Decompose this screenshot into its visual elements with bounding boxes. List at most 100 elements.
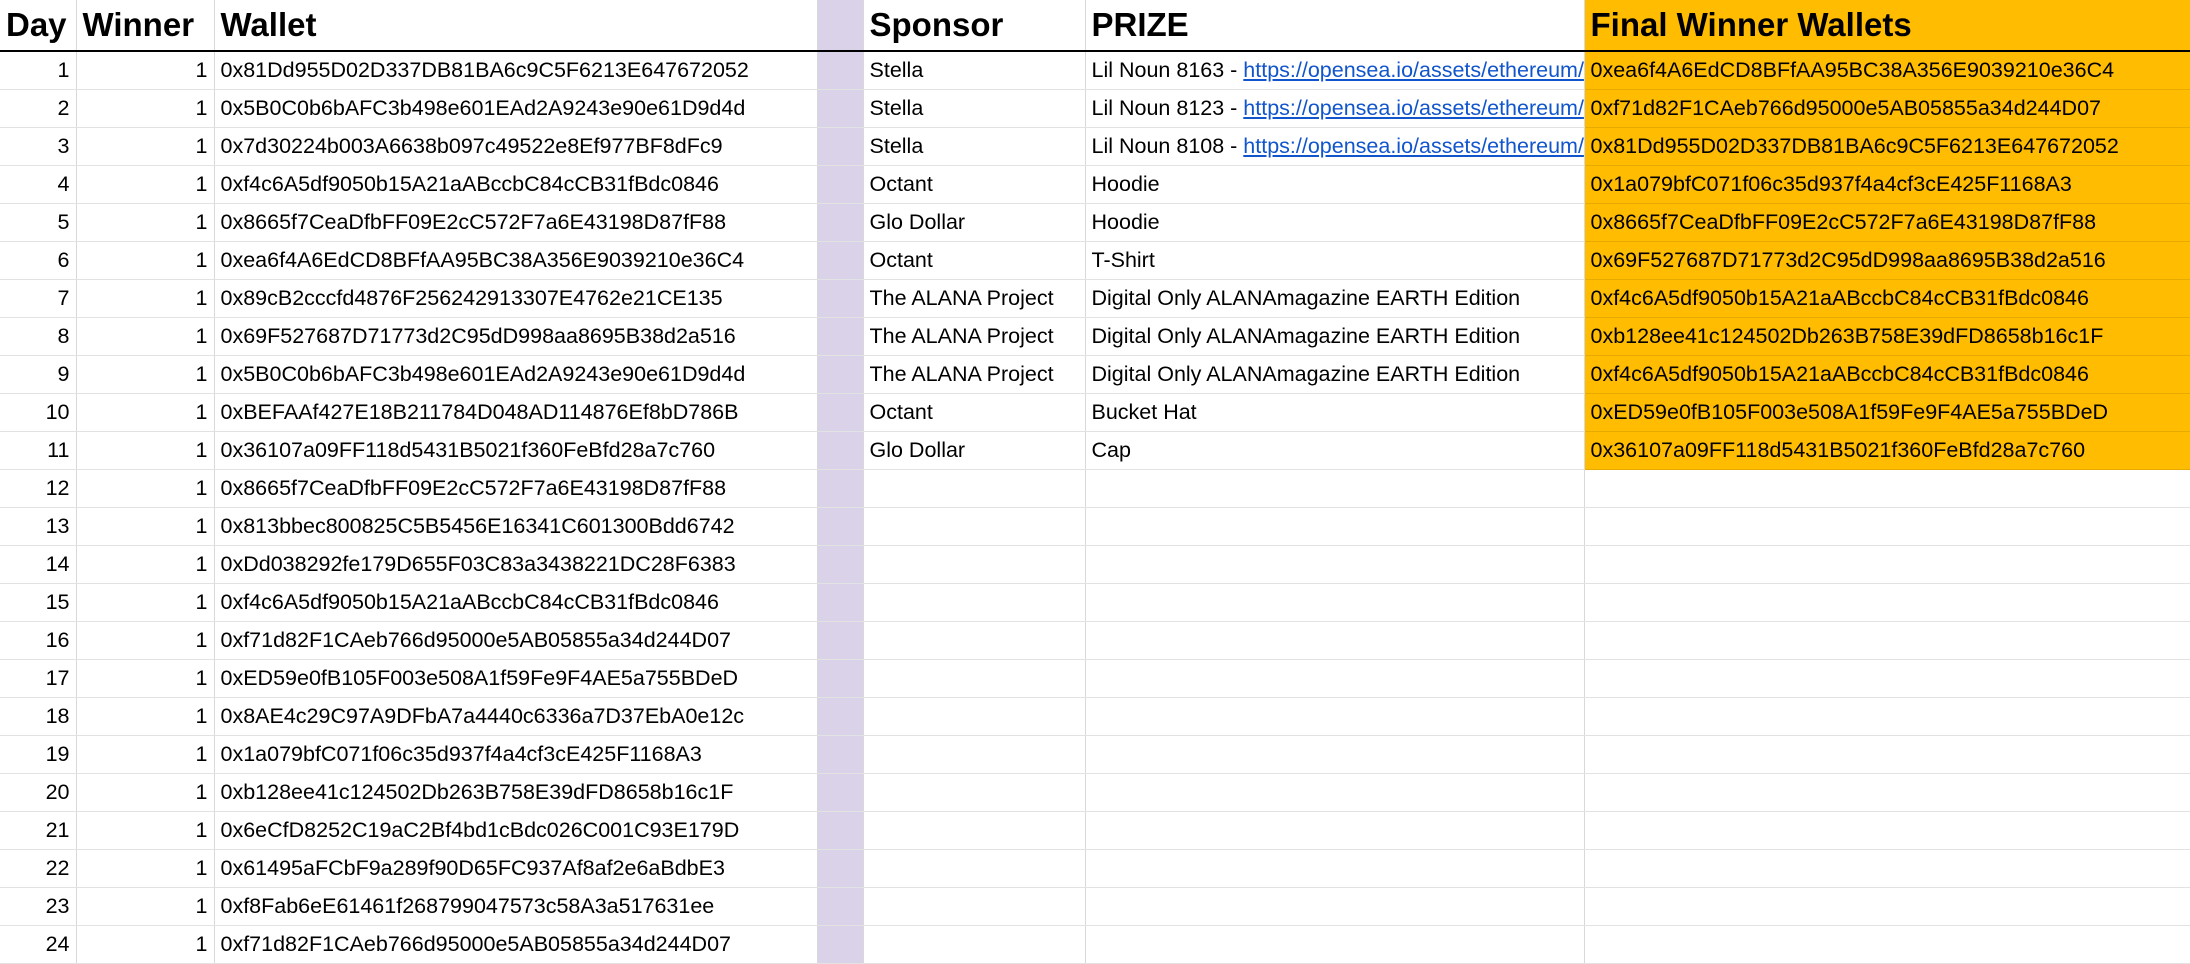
prize-cell[interactable]: T-Shirt bbox=[1085, 241, 1585, 280]
final-wallet-cell[interactable] bbox=[1584, 773, 2190, 812]
winner-cell[interactable]: 1 bbox=[76, 659, 215, 698]
wallet-cell[interactable]: 0xb128ee41c124502Db263B758E39dFD8658b16c… bbox=[214, 773, 818, 812]
winner-cell[interactable]: 1 bbox=[76, 773, 215, 812]
prize-cell[interactable] bbox=[1085, 849, 1585, 888]
spacer-column-cell[interactable] bbox=[817, 507, 864, 546]
spacer-column-cell[interactable] bbox=[817, 849, 864, 888]
final-wallet-cell[interactable]: 0x81Dd955D02D337DB81BA6c9C5F6213E6476720… bbox=[1584, 127, 2190, 166]
final-wallet-cell[interactable] bbox=[1584, 735, 2190, 774]
prize-link[interactable]: https://opensea.io/assets/ethereum/ bbox=[1243, 134, 1583, 158]
sponsor-cell[interactable] bbox=[863, 697, 1086, 736]
winner-cell[interactable]: 1 bbox=[76, 355, 215, 394]
day-cell[interactable]: 15 bbox=[0, 583, 77, 622]
day-cell[interactable]: 13 bbox=[0, 507, 77, 546]
sponsor-cell[interactable]: Octant bbox=[863, 393, 1086, 432]
wallet-cell[interactable]: 0xf4c6A5df9050b15A21aABccbC84cCB31fBdc08… bbox=[214, 165, 818, 204]
final-wallet-cell[interactable]: 0xf4c6A5df9050b15A21aABccbC84cCB31fBdc08… bbox=[1584, 279, 2190, 318]
prize-cell[interactable]: Digital Only ALANAmagazine EARTH Edition bbox=[1085, 279, 1585, 318]
final-wallet-cell[interactable]: 0x8665f7CeaDfbFF09E2cC572F7a6E43198D87fF… bbox=[1584, 203, 2190, 242]
prize-cell[interactable]: Lil Noun 8108 - https://opensea.io/asset… bbox=[1085, 127, 1585, 166]
wallet-cell[interactable]: 0xf71d82F1CAeb766d95000e5AB05855a34d244D… bbox=[214, 621, 818, 660]
final-wallet-cell[interactable]: 0xf4c6A5df9050b15A21aABccbC84cCB31fBdc08… bbox=[1584, 355, 2190, 394]
header-final-winner-wallets[interactable]: Final Winner Wallets bbox=[1584, 0, 2190, 52]
wallet-cell[interactable]: 0x6eCfD8252C19aC2Bf4bd1cBdc026C001C93E17… bbox=[214, 811, 818, 850]
winner-cell[interactable]: 1 bbox=[76, 431, 215, 470]
spacer-column-cell[interactable] bbox=[817, 279, 864, 318]
spacer-column-cell[interactable] bbox=[817, 203, 864, 242]
final-wallet-cell[interactable] bbox=[1584, 583, 2190, 622]
prize-cell[interactable] bbox=[1085, 811, 1585, 850]
sponsor-cell[interactable]: Octant bbox=[863, 165, 1086, 204]
final-wallet-cell[interactable] bbox=[1584, 697, 2190, 736]
day-cell[interactable]: 21 bbox=[0, 811, 77, 850]
day-cell[interactable]: 4 bbox=[0, 165, 77, 204]
sponsor-cell[interactable] bbox=[863, 659, 1086, 698]
wallet-cell[interactable]: 0xED59e0fB105F003e508A1f59Fe9F4AE5a755BD… bbox=[214, 659, 818, 698]
prize-link[interactable]: https://opensea.io/assets/ethereum/ bbox=[1243, 58, 1583, 82]
day-cell[interactable]: 1 bbox=[0, 51, 77, 90]
day-cell[interactable]: 18 bbox=[0, 697, 77, 736]
prize-cell[interactable] bbox=[1085, 659, 1585, 698]
final-wallet-cell[interactable] bbox=[1584, 507, 2190, 546]
wallet-cell[interactable]: 0x5B0C0b6bAFC3b498e601EAd2A9243e90e61D9d… bbox=[214, 89, 818, 128]
winner-cell[interactable]: 1 bbox=[76, 393, 215, 432]
final-wallet-cell[interactable] bbox=[1584, 887, 2190, 926]
winner-cell[interactable]: 1 bbox=[76, 507, 215, 546]
winner-cell[interactable]: 1 bbox=[76, 583, 215, 622]
day-cell[interactable]: 9 bbox=[0, 355, 77, 394]
winner-cell[interactable]: 1 bbox=[76, 621, 215, 660]
prize-cell[interactable] bbox=[1085, 773, 1585, 812]
wallet-cell[interactable]: 0x8665f7CeaDfbFF09E2cC572F7a6E43198D87fF… bbox=[214, 469, 818, 508]
day-cell[interactable]: 7 bbox=[0, 279, 77, 318]
final-wallet-cell[interactable] bbox=[1584, 849, 2190, 888]
spacer-column-cell[interactable] bbox=[817, 545, 864, 584]
spacer-column-cell[interactable] bbox=[817, 735, 864, 774]
sponsor-cell[interactable] bbox=[863, 887, 1086, 926]
sponsor-cell[interactable]: Stella bbox=[863, 51, 1086, 90]
spacer-column-cell[interactable] bbox=[817, 887, 864, 926]
sponsor-cell[interactable] bbox=[863, 849, 1086, 888]
final-wallet-cell[interactable]: 0x69F527687D71773d2C95dD998aa8695B38d2a5… bbox=[1584, 241, 2190, 280]
sponsor-cell[interactable] bbox=[863, 735, 1086, 774]
spacer-column-cell[interactable] bbox=[817, 51, 864, 90]
final-wallet-cell[interactable]: 0xea6f4A6EdCD8BFfAA95BC38A356E9039210e36… bbox=[1584, 51, 2190, 90]
day-cell[interactable]: 6 bbox=[0, 241, 77, 280]
final-wallet-cell[interactable]: 0xED59e0fB105F003e508A1f59Fe9F4AE5a755BD… bbox=[1584, 393, 2190, 432]
winner-cell[interactable]: 1 bbox=[76, 735, 215, 774]
day-cell[interactable]: 8 bbox=[0, 317, 77, 356]
winner-cell[interactable]: 1 bbox=[76, 89, 215, 128]
sponsor-cell[interactable] bbox=[863, 583, 1086, 622]
spacer-column-cell[interactable] bbox=[817, 393, 864, 432]
day-cell[interactable]: 17 bbox=[0, 659, 77, 698]
sponsor-cell[interactable]: The ALANA Project bbox=[863, 355, 1086, 394]
wallet-cell[interactable]: 0x61495aFCbF9a289f90D65FC937Af8af2e6aBdb… bbox=[214, 849, 818, 888]
prize-cell[interactable]: Cap bbox=[1085, 431, 1585, 470]
day-cell[interactable]: 19 bbox=[0, 735, 77, 774]
winner-cell[interactable]: 1 bbox=[76, 887, 215, 926]
prize-cell[interactable] bbox=[1085, 507, 1585, 546]
prize-cell[interactable]: Lil Noun 8123 - https://opensea.io/asset… bbox=[1085, 89, 1585, 128]
wallet-cell[interactable]: 0xBEFAAf427E18B211784D048AD114876Ef8bD78… bbox=[214, 393, 818, 432]
day-cell[interactable]: 2 bbox=[0, 89, 77, 128]
winner-cell[interactable]: 1 bbox=[76, 811, 215, 850]
final-wallet-cell[interactable]: 0x36107a09FF118d5431B5021f360FeBfd28a7c7… bbox=[1584, 431, 2190, 470]
wallet-cell[interactable]: 0x8AE4c29C97A9DFbA7a4440c6336a7D37EbA0e1… bbox=[214, 697, 818, 736]
wallet-cell[interactable]: 0x1a079bfC071f06c35d937f4a4cf3cE425F1168… bbox=[214, 735, 818, 774]
day-cell[interactable]: 3 bbox=[0, 127, 77, 166]
final-wallet-cell[interactable] bbox=[1584, 811, 2190, 850]
wallet-cell[interactable]: 0x813bbec800825C5B5456E16341C601300Bdd67… bbox=[214, 507, 818, 546]
wallet-cell[interactable]: 0xea6f4A6EdCD8BFfAA95BC38A356E9039210e36… bbox=[214, 241, 818, 280]
wallet-cell[interactable]: 0xf71d82F1CAeb766d95000e5AB05855a34d244D… bbox=[214, 925, 818, 964]
prize-cell[interactable] bbox=[1085, 469, 1585, 508]
prize-cell[interactable] bbox=[1085, 545, 1585, 584]
sponsor-cell[interactable] bbox=[863, 545, 1086, 584]
winner-cell[interactable]: 1 bbox=[76, 51, 215, 90]
sponsor-cell[interactable] bbox=[863, 621, 1086, 660]
final-wallet-cell[interactable]: 0xb128ee41c124502Db263B758E39dFD8658b16c… bbox=[1584, 317, 2190, 356]
day-cell[interactable]: 23 bbox=[0, 887, 77, 926]
spacer-column-cell[interactable] bbox=[817, 355, 864, 394]
day-cell[interactable]: 22 bbox=[0, 849, 77, 888]
winner-cell[interactable]: 1 bbox=[76, 317, 215, 356]
wallet-cell[interactable]: 0xDd038292fe179D655F03C83a3438221DC28F63… bbox=[214, 545, 818, 584]
day-cell[interactable]: 14 bbox=[0, 545, 77, 584]
